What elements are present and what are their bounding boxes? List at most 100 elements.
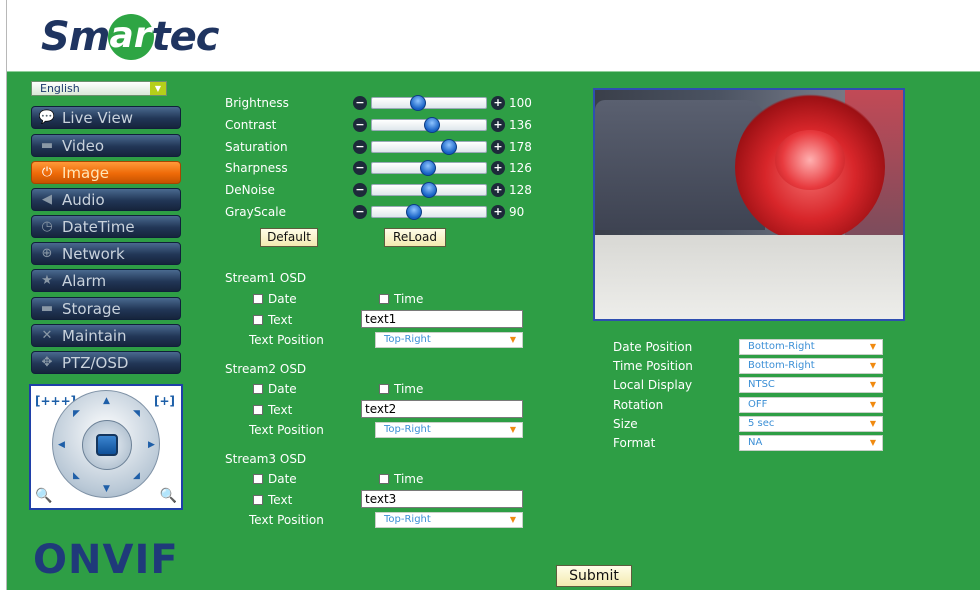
arrow-down-right-icon[interactable]: ◢ [133, 471, 140, 481]
stream3-text-input[interactable]: text3 [361, 490, 523, 508]
checkbox-label: Time [394, 292, 424, 306]
stream2-text-checkbox[interactable]: Text [253, 403, 292, 417]
slider-track[interactable] [371, 160, 487, 176]
nav-storage[interactable]: ▬ Storage [31, 297, 181, 320]
stream3-time-checkbox[interactable]: Time [379, 472, 423, 486]
reload-button[interactable]: ReLoad [384, 228, 446, 247]
checkbox-label: Time [394, 382, 424, 396]
increase-icon[interactable]: + [491, 183, 505, 197]
arrow-left-icon[interactable]: ◀ [58, 440, 65, 450]
default-button[interactable]: Default [260, 228, 318, 247]
checkbox-box[interactable] [253, 315, 263, 325]
denoise-slider: − + 128 [353, 182, 533, 199]
slider-track[interactable] [371, 182, 487, 198]
onvif-logo: ONVIF [33, 537, 179, 583]
checkbox-label: Time [394, 472, 424, 486]
increase-icon[interactable]: + [491, 161, 505, 175]
slider-value: 178 [509, 140, 532, 154]
checkbox-box[interactable] [379, 294, 389, 304]
arrow-down-icon[interactable]: ▼ [103, 484, 110, 494]
stream1-time-checkbox[interactable]: Time [379, 292, 423, 306]
stream2-text-position-select[interactable]: Top-Right ▼ [375, 422, 523, 438]
increase-icon[interactable]: + [491, 96, 505, 110]
focus-far-icon[interactable]: 🔍 [160, 488, 177, 504]
arrow-right-icon[interactable]: ▶ [148, 440, 155, 450]
time-position-label: Time Position [613, 359, 693, 373]
nav-live-view[interactable]: 💬 Live View [31, 106, 181, 129]
rotation-select[interactable]: OFF ▼ [739, 397, 883, 413]
slider-value: 126 [509, 161, 532, 175]
stream1-text-input[interactable]: text1 [361, 310, 523, 328]
arrow-up-icon[interactable]: ▲ [103, 396, 110, 406]
increase-icon[interactable]: + [491, 140, 505, 154]
stream3-text-position-label: Text Position [249, 513, 324, 527]
checkbox-box[interactable] [253, 474, 263, 484]
nav-audio[interactable]: ◀ Audio [31, 188, 181, 211]
decrease-icon[interactable]: − [353, 183, 367, 197]
slider-knob[interactable] [424, 117, 440, 133]
increase-icon[interactable]: + [491, 118, 505, 132]
size-select[interactable]: 5 sec ▼ [739, 416, 883, 432]
slider-knob[interactable] [420, 160, 436, 176]
nav-label: Alarm [62, 271, 107, 290]
nav-maintain[interactable]: ✕ Maintain [31, 324, 181, 347]
nav-datetime[interactable]: ◷ DateTime [31, 215, 181, 238]
language-select[interactable]: English ▼ [31, 81, 167, 96]
checkbox-box[interactable] [253, 405, 263, 415]
decrease-icon[interactable]: − [353, 140, 367, 154]
stream2-time-checkbox[interactable]: Time [379, 382, 423, 396]
local-display-select[interactable]: NTSC ▼ [739, 377, 883, 393]
decrease-icon[interactable]: − [353, 161, 367, 175]
stream2-text-input[interactable]: text2 [361, 400, 523, 418]
stream1-text-position-select[interactable]: Top-Right ▼ [375, 332, 523, 348]
checkbox-box[interactable] [253, 294, 263, 304]
ptz-home-button[interactable] [96, 434, 118, 456]
stream3-text-checkbox[interactable]: Text [253, 493, 292, 507]
decrease-icon[interactable]: − [353, 205, 367, 219]
date-position-select[interactable]: Bottom-Right ▼ [739, 339, 883, 355]
slider-value: 90 [509, 205, 525, 219]
local-display-label: Local Display [613, 378, 693, 392]
format-select[interactable]: NA ▼ [739, 435, 883, 451]
checkbox-box[interactable] [253, 495, 263, 505]
focus-near-icon[interactable]: 🔍 [35, 488, 52, 504]
arrow-up-left-icon[interactable]: ◤ [73, 409, 80, 419]
time-position-select[interactable]: Bottom-Right ▼ [739, 358, 883, 374]
slider-knob[interactable] [421, 182, 437, 198]
slider-track[interactable] [371, 204, 487, 220]
size-label: Size [613, 417, 638, 431]
nav-label: Video [62, 136, 105, 155]
nav-alarm[interactable]: ★ Alarm [31, 269, 181, 292]
nav-image[interactable]: ⏻ Image [31, 161, 181, 184]
checkbox-box[interactable] [379, 474, 389, 484]
nav-ptz-osd[interactable]: ✥ PTZ/OSD [31, 351, 181, 374]
stream1-date-checkbox[interactable]: Date [253, 292, 297, 306]
slider-track[interactable] [371, 139, 487, 155]
slider-track[interactable] [371, 95, 487, 111]
checkbox-label: Text [268, 493, 293, 507]
slider-knob[interactable] [410, 95, 426, 111]
arrow-up-right-icon[interactable]: ◥ [133, 409, 140, 419]
stream3-date-checkbox[interactable]: Date [253, 472, 297, 486]
submit-button[interactable]: Submit [556, 565, 632, 587]
decrease-icon[interactable]: − [353, 118, 367, 132]
checkbox-box[interactable] [379, 384, 389, 394]
decrease-icon[interactable]: − [353, 96, 367, 110]
stream1-text-checkbox[interactable]: Text [253, 313, 292, 327]
slider-track[interactable] [371, 117, 487, 133]
zoom-in-button[interactable]: [+] [154, 394, 175, 408]
arrow-down-left-icon[interactable]: ◣ [73, 471, 80, 481]
nav-video[interactable]: ▬ Video [31, 134, 181, 157]
slider-knob[interactable] [406, 204, 422, 220]
stream3-text-position-select[interactable]: Top-Right ▼ [375, 512, 523, 528]
stream2-date-checkbox[interactable]: Date [253, 382, 297, 396]
select-value: NTSC [748, 379, 775, 390]
clock-icon: ◷ [41, 219, 53, 234]
slider-knob[interactable] [441, 139, 457, 155]
logo-text-ball: ar [107, 14, 154, 60]
sharpness-slider: − + 126 [353, 160, 533, 177]
increase-icon[interactable]: + [491, 205, 505, 219]
ptz-direction-ring[interactable]: ▲ ▼ ◀ ▶ ◤ ◥ ◣ ◢ [52, 390, 160, 498]
nav-network[interactable]: ⊕ Network [31, 242, 181, 265]
checkbox-box[interactable] [253, 384, 263, 394]
